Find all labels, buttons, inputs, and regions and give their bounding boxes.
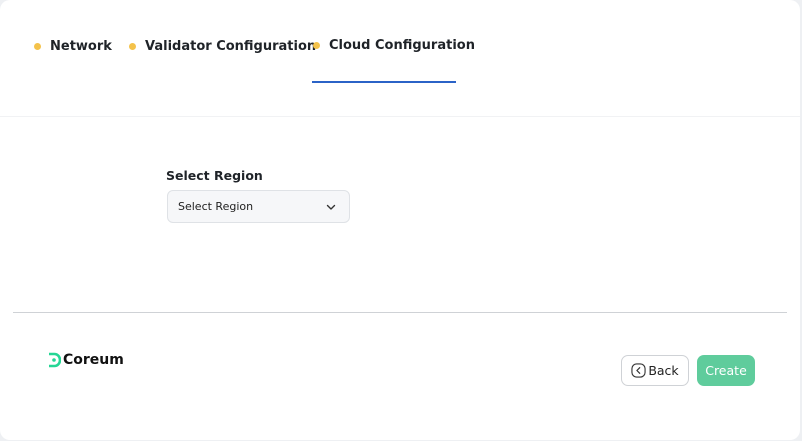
- tab-validator-configuration[interactable]: Validator Configuration: [129, 36, 316, 56]
- step-status-dot: [34, 42, 41, 50]
- back-button[interactable]: Back: [621, 355, 689, 386]
- tab-cloud-configuration[interactable]: Cloud Configuration: [313, 35, 475, 55]
- step-status-dot: [313, 41, 320, 49]
- tab-validator-label: Validator Configuration: [145, 38, 317, 54]
- step-status-dot: [129, 42, 136, 50]
- tab-network-label: Network: [50, 38, 112, 54]
- chevron-left-circle-icon: [631, 363, 646, 378]
- active-tab-indicator: [312, 81, 456, 83]
- tab-cloud-label: Cloud Configuration: [329, 37, 475, 53]
- region-select[interactable]: Select Region: [167, 190, 350, 223]
- tab-network[interactable]: Network: [34, 36, 112, 56]
- step-tabs: Network Validator Configuration Cloud Co…: [0, 0, 800, 117]
- chevron-down-icon: [326, 204, 336, 210]
- create-button[interactable]: Create: [697, 355, 755, 386]
- coreum-logo-icon: [49, 352, 61, 368]
- brand-name: Coreum: [63, 352, 124, 368]
- brand-logo: Coreum: [47, 352, 124, 368]
- footer-divider: [13, 312, 787, 313]
- back-button-label: Back: [648, 363, 679, 378]
- region-select-value: Select Region: [178, 200, 254, 213]
- region-field-label: Select Region: [166, 168, 263, 183]
- create-button-label: Create: [705, 363, 747, 378]
- wizard-card: Network Validator Configuration Cloud Co…: [0, 0, 800, 440]
